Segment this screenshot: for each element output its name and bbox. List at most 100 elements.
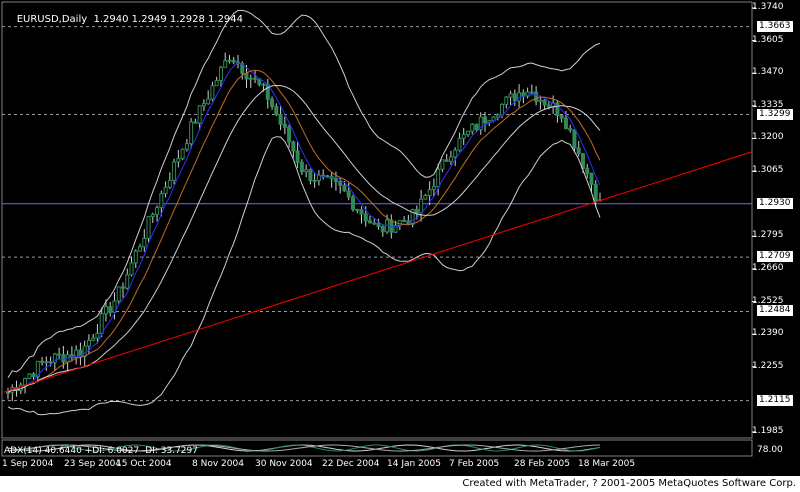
- candle-body: [529, 91, 534, 94]
- candle-body: [350, 196, 355, 210]
- price-tick-label: 1.3200: [752, 132, 784, 143]
- candle-body: [470, 123, 475, 132]
- date-label: 1 Sep 2004: [2, 459, 54, 469]
- candle-body: [593, 183, 598, 202]
- candle-body: [427, 188, 432, 197]
- candle-body: [261, 83, 266, 86]
- ma-slow-line: [7, 69, 601, 393]
- candle-body: [495, 114, 500, 118]
- footer: Created with MetaTrader, ? 2001-2005 Met…: [0, 476, 800, 492]
- candle-body: [167, 179, 172, 188]
- candle-body: [304, 169, 309, 173]
- candle-body: [197, 105, 202, 124]
- candle-body: [325, 175, 330, 178]
- price-tick-label: 1.1985: [752, 426, 784, 436]
- candle-body: [274, 105, 279, 116]
- bollinger-lower-line: [7, 136, 601, 416]
- bollinger-upper-line: [7, 9, 601, 379]
- candle-body: [376, 222, 381, 228]
- candle-body: [248, 77, 253, 80]
- candle-body: [333, 178, 338, 183]
- candle-body: [129, 262, 134, 276]
- date-label: 28 Feb 2005: [514, 459, 571, 469]
- candle-body: [346, 190, 351, 198]
- adx-axis-value: 78.00: [757, 445, 783, 455]
- candle-body: [397, 219, 402, 226]
- candle-body: [44, 361, 49, 364]
- candle-body: [457, 137, 462, 151]
- price-chart[interactable]: [0, 0, 800, 476]
- candle-body: [576, 147, 581, 155]
- candle-body: [159, 193, 164, 209]
- candle-body: [218, 66, 223, 82]
- candle-body: [440, 159, 445, 170]
- candle-body: [108, 306, 113, 313]
- candle-body: [534, 91, 539, 102]
- date-label: 18 Mar 2005: [578, 459, 636, 469]
- candle-body: [359, 209, 364, 215]
- candle-body: [193, 121, 198, 124]
- candle-body: [282, 123, 287, 128]
- candle-body: [133, 250, 138, 264]
- date-axis: 1 Sep 2004 23 Sep 2004 15 Oct 2004 8 Nov 20…: [0, 459, 760, 473]
- candle-body: [542, 99, 547, 106]
- candle-body: [155, 207, 160, 215]
- candle-body: [150, 213, 155, 218]
- candle-body: [368, 220, 373, 224]
- candle-body: [589, 172, 594, 185]
- candle-body: [291, 141, 296, 152]
- candle-body: [48, 361, 53, 364]
- candle-body: [223, 60, 228, 68]
- candle-body: [91, 337, 96, 341]
- price-tick-label: 1.3605: [752, 34, 784, 45]
- adx-label: ADX(14) 40.6440 +DI: 6.0027 -DI: 33.7297: [4, 446, 198, 456]
- candle-body: [6, 391, 10, 394]
- candle-body: [214, 80, 219, 87]
- candle-body: [512, 93, 517, 102]
- candle-body: [82, 345, 87, 357]
- candle-body: [414, 209, 419, 214]
- chart-window[interactable]: EURUSD,Daily 1.2940 1.2949 1.2928 1.2944…: [0, 0, 800, 476]
- candle-body: [172, 161, 177, 181]
- candle-body: [461, 134, 466, 139]
- candle-body: [210, 85, 215, 100]
- candle-body: [40, 360, 45, 363]
- candle-body: [312, 179, 317, 182]
- candle-body: [206, 98, 211, 105]
- price-tick-label: 1.2255: [752, 360, 784, 371]
- level-label: 1.2930: [757, 197, 793, 209]
- price-tick-label: 1.2660: [752, 262, 784, 273]
- candle-body: [231, 59, 236, 63]
- level-label: 1.3299: [757, 108, 793, 120]
- candle-body: [568, 128, 573, 131]
- candle-body: [444, 159, 449, 162]
- candle-body: [559, 115, 564, 119]
- symbol-label: EURUSD,Daily: [16, 14, 88, 25]
- candle-body: [436, 168, 441, 188]
- level-label: 1.3663: [757, 20, 793, 32]
- candle-body: [287, 126, 292, 143]
- candle-body: [278, 114, 283, 125]
- candle-body: [308, 169, 313, 182]
- ohlc-label: 1.2940 1.2949 1.2928 1.2944: [93, 14, 244, 25]
- candles: [6, 52, 602, 402]
- candle-body: [380, 226, 385, 233]
- candle-body: [103, 306, 108, 315]
- level-label: 1.2484: [757, 305, 793, 317]
- candle-body: [95, 332, 100, 339]
- candle-body: [585, 167, 590, 174]
- level-label: 1.2709: [757, 251, 793, 263]
- candle-body: [99, 313, 104, 334]
- ma-fast-line: [7, 62, 601, 393]
- candle-body: [504, 96, 509, 105]
- level-label: 1.2115: [757, 394, 793, 406]
- price-tick-label: 1.3065: [752, 165, 784, 176]
- candle-body: [465, 130, 470, 136]
- price-tick-label: 1.3740: [752, 2, 784, 12]
- trendline: [3, 151, 753, 393]
- date-label: 23 Sep 2004: [64, 459, 122, 469]
- candle-body: [546, 104, 551, 108]
- candle-body: [31, 373, 36, 378]
- candle-body: [342, 184, 347, 192]
- chart-title: EURUSD,Daily 1.2940 1.2949 1.2928 1.2944: [4, 3, 243, 36]
